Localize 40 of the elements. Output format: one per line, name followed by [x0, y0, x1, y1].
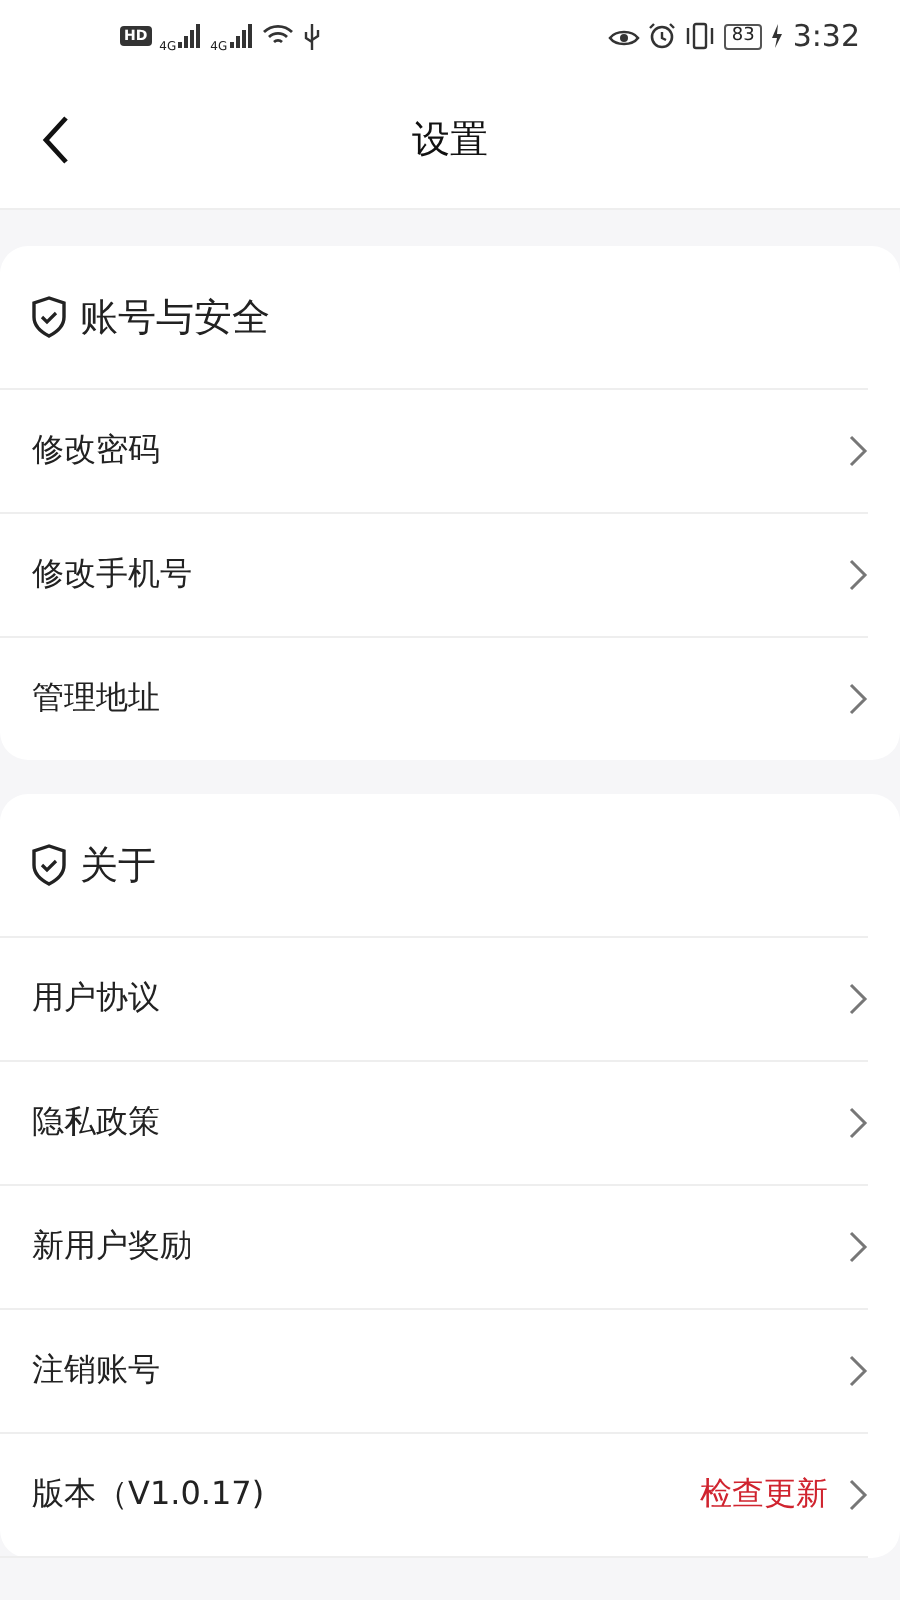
settings-row[interactable]: 隐私政策 [0, 1062, 868, 1186]
back-icon[interactable] [40, 114, 72, 166]
chevron-icon [848, 982, 868, 1016]
shield-icon [30, 296, 68, 338]
settings-row[interactable]: 版本（V1.0.17) 检查更新 [0, 1434, 868, 1558]
chevron-icon [848, 558, 868, 592]
row-label: 隐私政策 [32, 1102, 162, 1144]
settings-row[interactable]: 注销账号 [0, 1310, 868, 1434]
settings-row[interactable]: 修改手机号 [0, 514, 868, 638]
clock-time: 3:32 [792, 18, 860, 54]
charging-icon [770, 24, 785, 48]
row-label: 新用户奖励 [32, 1226, 194, 1268]
row-label: 注销账号 [32, 1350, 162, 1392]
chevron-icon [848, 682, 868, 716]
row-label: 用户协议 [32, 978, 162, 1020]
settings-row[interactable]: 管理地址 [0, 638, 868, 760]
row-label: 版本（V1.0.17) [32, 1474, 267, 1516]
chevron-icon [848, 1478, 868, 1512]
section-title: 关于 [80, 841, 156, 891]
shield-icon [30, 844, 68, 886]
wifi-icon [261, 24, 294, 48]
alarm-icon [647, 22, 676, 50]
settings-row[interactable]: 修改密码 [0, 390, 868, 514]
vibrate-icon [683, 22, 716, 50]
update-link[interactable]: 检查更新 [700, 1474, 828, 1516]
usb-icon [301, 23, 322, 49]
chevron-icon [848, 1106, 868, 1140]
row-label: 修改密码 [32, 430, 162, 472]
page-title: 设置 [412, 116, 488, 166]
section-title: 账号与安全 [80, 293, 270, 343]
signal-icon [178, 24, 203, 48]
battery-level: 83 [723, 23, 763, 49]
chevron-icon [848, 1230, 868, 1264]
signal-icon [229, 24, 254, 48]
settings-row[interactable]: 新用户奖励 [0, 1186, 868, 1310]
chevron-icon [848, 434, 868, 468]
settings-row[interactable]: 用户协议 [0, 938, 868, 1062]
row-label: 修改手机号 [32, 554, 194, 596]
chevron-icon [848, 1354, 868, 1388]
row-label: 管理地址 [32, 678, 162, 720]
